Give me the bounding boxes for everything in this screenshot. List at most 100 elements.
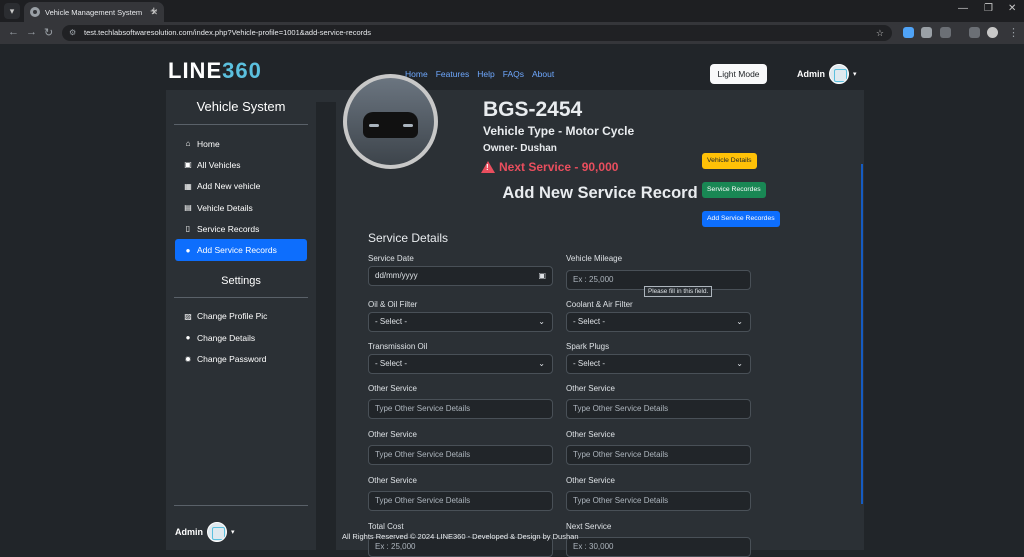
- table-icon: ▤: [184, 203, 192, 213]
- content-strip: [316, 90, 336, 102]
- coolant-filter-label: Coolant & Air Filter: [566, 300, 633, 309]
- browser-tabbar: ▾ Vehicle Management System ✕ + — ❐ ✕: [0, 0, 1024, 22]
- nav-faqs[interactable]: FAQs: [503, 69, 524, 79]
- form-heading: Add New Service Record: [502, 184, 698, 202]
- next-service-text: Next Service - 90,000: [499, 160, 619, 174]
- other-service-label: Other Service: [566, 384, 615, 393]
- sidebar-item-add-service-records[interactable]: ● Add Service Records: [175, 239, 307, 261]
- sidebar-item-vehicle-details[interactable]: ▤ Vehicle Details: [175, 197, 307, 218]
- vehicle-type: Vehicle Type - Motor Cycle: [483, 124, 635, 138]
- settings-title: Settings: [221, 274, 261, 287]
- service-date-label: Service Date: [368, 254, 414, 263]
- coolant-filter-select[interactable]: - Select - ⌄: [566, 312, 751, 332]
- user-name: Admin: [175, 527, 203, 537]
- nav-help[interactable]: Help: [477, 69, 494, 79]
- user-plus-icon: ●: [185, 245, 191, 255]
- transmission-oil-label: Transmission Oil: [368, 342, 428, 351]
- avatar: [829, 64, 849, 84]
- profile-icon[interactable]: [987, 27, 998, 38]
- spark-plugs-label: Spark Plugs: [566, 342, 610, 351]
- close-window-button[interactable]: ✕: [1008, 3, 1016, 14]
- gear-icon: ✹: [184, 354, 192, 364]
- user-menu[interactable]: Admin ▾: [797, 64, 857, 84]
- vehicle-plate: BGS-2454: [483, 98, 583, 121]
- service-date-input[interactable]: dd/mm/yyyy ▣: [368, 266, 553, 286]
- sidebar-item-change-details[interactable]: ● Change Details: [175, 327, 307, 348]
- browser-tab[interactable]: Vehicle Management System ✕: [24, 2, 164, 22]
- file-icon: ▯: [185, 224, 191, 234]
- other-service-input[interactable]: Type Other Service Details: [566, 491, 751, 511]
- tab-search-button[interactable]: ▾: [4, 3, 20, 19]
- extension-icon[interactable]: [921, 27, 932, 38]
- logo[interactable]: LINE360: [168, 58, 262, 84]
- spark-plugs-select[interactable]: - Select - ⌄: [566, 354, 751, 374]
- other-service-label: Other Service: [368, 476, 417, 485]
- nav-about[interactable]: About: [532, 69, 554, 79]
- reload-icon[interactable]: ↻: [44, 26, 53, 39]
- extension-icon[interactable]: [903, 27, 914, 38]
- nav-features[interactable]: Features: [436, 69, 470, 79]
- main-card: BGS-2454 Vehicle Type - Motor Cycle Owne…: [336, 74, 864, 557]
- sidebar-item-home[interactable]: ⌂ Home: [175, 133, 307, 154]
- scroll-edge: [861, 164, 863, 504]
- total-cost-label: Total Cost: [368, 522, 404, 531]
- add-service-records-button[interactable]: Add Service Recordes: [702, 211, 780, 227]
- vehicle-owner: Owner- Dushan: [483, 143, 557, 154]
- avatar: [207, 522, 227, 542]
- other-service-input[interactable]: Type Other Service Details: [368, 445, 553, 465]
- site-info-icon[interactable]: ⚙: [69, 25, 76, 41]
- chevron-down-icon: ⌄: [538, 317, 545, 326]
- forward-icon[interactable]: →: [26, 26, 37, 38]
- browser-toolbar: ← → ↻ ⚙ test.techlabsoftwaresolution.com…: [0, 22, 1024, 44]
- oil-filter-select[interactable]: - Select - ⌄: [368, 312, 553, 332]
- sidebar-title: Vehicle System: [196, 99, 286, 114]
- id-card-icon: ▣: [184, 160, 192, 170]
- mileage-label: Vehicle Mileage: [566, 254, 623, 263]
- sidebar-item-add-vehicle[interactable]: ▦ Add New vehicle: [175, 176, 307, 197]
- calendar-icon[interactable]: ▣: [538, 267, 546, 285]
- transmission-oil-select[interactable]: - Select - ⌄: [368, 354, 553, 374]
- sidebar-item-change-password[interactable]: ✹ Change Password: [175, 348, 307, 369]
- page: LINE360 Home Features Help FAQs About Li…: [0, 44, 1024, 557]
- divider: [174, 296, 308, 298]
- restore-button[interactable]: ❐: [984, 3, 993, 14]
- validation-tooltip: Please fill in this field.: [644, 286, 713, 297]
- divider: [174, 505, 308, 506]
- divider: [174, 124, 308, 125]
- sidebar-item-all-vehicles[interactable]: ▣ All Vehicles: [175, 154, 307, 175]
- other-service-input[interactable]: Type Other Service Details: [368, 491, 553, 511]
- minimize-button[interactable]: —: [958, 3, 968, 14]
- other-service-input[interactable]: Type Other Service Details: [566, 445, 751, 465]
- image-icon: ▨: [184, 311, 192, 321]
- user-gear-icon: ●: [185, 333, 191, 343]
- section-title: Service Details: [368, 231, 449, 245]
- back-icon[interactable]: ←: [8, 26, 19, 38]
- next-service-input[interactable]: Ex : 30,000: [566, 537, 751, 557]
- sidebar: Vehicle System ⌂ Home ▣ All Vehicles ▦ Add …: [166, 90, 316, 550]
- next-service-alert: ! Next Service - 90,000: [481, 160, 618, 174]
- bookmark-star-icon[interactable]: ☆: [876, 25, 884, 41]
- next-service-label: Next Service: [566, 522, 612, 531]
- caret-down-icon: ▾: [853, 71, 857, 78]
- user-name: Admin: [797, 69, 825, 79]
- chevron-down-icon: ⌄: [538, 359, 545, 368]
- sidebar-user-menu[interactable]: Admin ▾: [175, 522, 235, 542]
- sidebar-item-change-profile-pic[interactable]: ▨ Change Profile Pic: [175, 306, 307, 327]
- new-tab-button[interactable]: +: [150, 3, 158, 19]
- other-service-label: Other Service: [368, 384, 417, 393]
- sidebar-item-service-records[interactable]: ▯ Service Records: [175, 218, 307, 239]
- other-service-input[interactable]: Type Other Service Details: [368, 399, 553, 419]
- puzzle-icon[interactable]: [940, 27, 951, 38]
- menu-icon[interactable]: ⋮: [1008, 26, 1019, 39]
- other-service-input[interactable]: Type Other Service Details: [566, 399, 751, 419]
- address-bar[interactable]: ⚙ test.techlabsoftwaresolution.com/index…: [62, 25, 892, 41]
- vehicle-details-button[interactable]: Vehicle Details: [702, 153, 757, 169]
- globe-icon: [30, 7, 40, 17]
- url-text: test.techlabsoftwaresolution.com/index.p…: [84, 28, 372, 37]
- calendar-plus-icon: ▦: [184, 181, 192, 191]
- footer-text: All Rights Reserved © 2024 LINE360 - Dev…: [342, 532, 579, 541]
- caret-down-icon: ▾: [231, 529, 235, 536]
- light-mode-button[interactable]: Light Mode: [710, 64, 767, 84]
- download-icon[interactable]: [969, 27, 980, 38]
- vehicle-photo: [343, 74, 438, 169]
